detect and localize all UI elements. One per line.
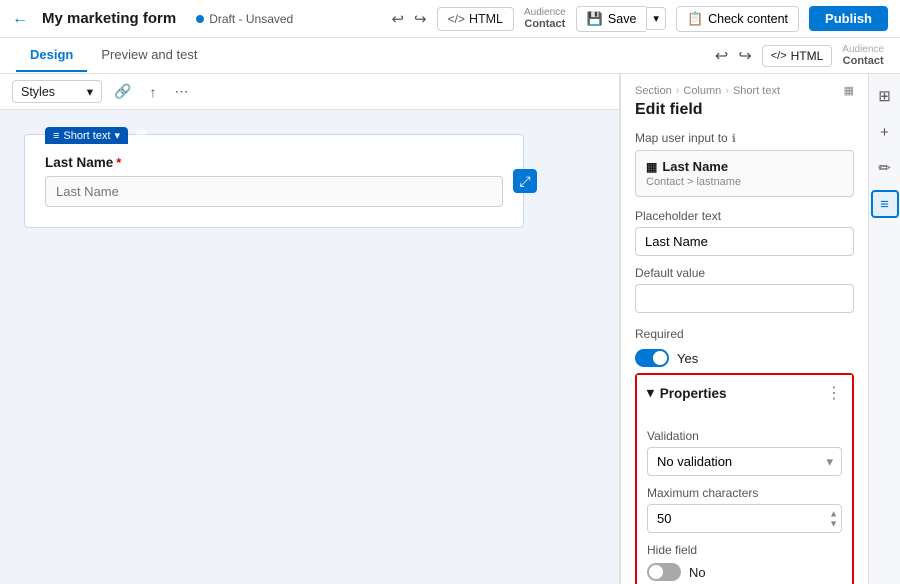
back-button[interactable]: ← [12, 10, 28, 28]
field-type-tag[interactable]: ≡ Short text ▾ [45, 127, 128, 144]
max-chars-input[interactable] [647, 504, 842, 533]
nav-right-controls: ↩ ↪ </> HTML Audience Contact [715, 44, 884, 67]
tab-group: Design Preview and test [16, 39, 211, 72]
hide-field-row: Hide field [647, 543, 842, 557]
link-icon-button[interactable]: 🔗 [108, 80, 137, 103]
placeholder-input[interactable] [635, 227, 854, 256]
info-icon: ℹ [732, 132, 736, 145]
required-star: * [116, 155, 121, 170]
default-value-label: Default value [635, 266, 854, 280]
properties-header[interactable]: ▾ Properties ⋮ [637, 375, 852, 411]
panel-sidebar-icons: ⊞ + ✏ ≡ [868, 74, 900, 584]
validation-select[interactable]: No validation [647, 447, 842, 476]
html-icon: </> [448, 12, 465, 26]
canvas-toolbar: Styles ▾ 🔗 ↑ ⋯ [0, 74, 619, 110]
right-panel: Section › Column › Short text ▦ Edit fie… [620, 74, 900, 584]
map-input-box[interactable]: ▦ Last Name Contact > lastname [635, 150, 854, 197]
status-dot [196, 15, 204, 23]
map-field-name: ▦ Last Name [646, 159, 843, 174]
hide-field-no-label: No [689, 565, 706, 580]
canvas-area: Styles ▾ 🔗 ↑ ⋯ ≡ Short text ▾ 🗑 [0, 74, 620, 584]
validation-select-wrapper: No validation [647, 447, 842, 476]
styles-dropdown[interactable]: Styles ▾ [12, 80, 102, 103]
topbar: ← My marketing form Draft - Unsaved ↩ ↪ … [0, 0, 900, 38]
required-row: Required [635, 327, 854, 341]
sidebar-icon-2[interactable]: + [871, 118, 899, 146]
field-component: ≡ Short text ▾ 🗑 ⤢ Last Name * [45, 155, 503, 207]
status-badge: Draft - Unsaved [196, 12, 293, 26]
html-button[interactable]: </> HTML [437, 7, 514, 31]
field-label: Last Name * [45, 155, 503, 170]
form-card: ≡ Short text ▾ 🗑 ⤢ Last Name * [24, 134, 524, 228]
save-button[interactable]: 💾 Save [576, 6, 647, 32]
audience-nav[interactable]: Audience Contact [842, 44, 884, 67]
hide-field-toggle[interactable] [647, 563, 681, 581]
tab-preview[interactable]: Preview and test [87, 39, 211, 72]
arrow-up-button[interactable]: ↑ [143, 81, 162, 103]
increment-button[interactable]: ▲ [829, 509, 838, 518]
tag-chevron-icon: ▾ [115, 129, 121, 142]
sidebar-icon-1[interactable]: ⊞ [871, 82, 899, 110]
validation-label: Validation [647, 429, 842, 443]
redo-button[interactable]: ↪ [414, 10, 427, 28]
chevron-down-icon: ▾ [647, 385, 654, 401]
audience-block[interactable]: Audience Contact [524, 7, 566, 30]
field-type-icon: ≡ [53, 130, 59, 142]
save-group: 💾 Save ▾ [576, 6, 666, 32]
field-db-icon: ▦ [646, 160, 657, 174]
decrement-button[interactable]: ▼ [829, 519, 838, 528]
required-toggle[interactable] [635, 349, 669, 367]
check-icon: 📋 [687, 11, 703, 27]
grid-icon[interactable]: ▦ [844, 84, 854, 97]
placeholder-label: Placeholder text [635, 209, 854, 223]
default-value-input[interactable] [635, 284, 854, 313]
field-input[interactable] [45, 176, 503, 207]
publish-button[interactable]: Publish [809, 6, 888, 31]
hide-field-label: Hide field [647, 543, 697, 557]
nav-tabs: Design Preview and test ↩ ↪ </> HTML Aud… [0, 38, 900, 74]
max-chars-wrapper: ▲ ▼ [647, 504, 842, 533]
chevron-down-icon: ▾ [87, 84, 93, 99]
toggle-thumb [653, 351, 667, 365]
delete-field-button[interactable]: 🗑 [132, 129, 151, 143]
undo-nav-button[interactable]: ↩ [715, 46, 728, 66]
undo-button[interactable]: ↩ [391, 10, 404, 28]
tab-design[interactable]: Design [16, 39, 87, 72]
html-nav-button[interactable]: </> HTML [762, 45, 833, 67]
properties-more-button[interactable]: ⋮ [826, 383, 842, 403]
field-move-handle[interactable]: ⤢ [513, 169, 537, 193]
max-chars-label: Maximum characters [647, 486, 842, 500]
properties-section: ▾ Properties ⋮ Validation No validation … [635, 373, 854, 584]
map-field-path: Contact > lastname [646, 176, 843, 188]
check-content-button[interactable]: 📋 Check content [676, 6, 799, 32]
panel-content: Section › Column › Short text ▦ Edit fie… [621, 74, 868, 584]
main-layout: Styles ▾ 🔗 ↑ ⋯ ≡ Short text ▾ 🗑 [0, 74, 900, 584]
properties-title: ▾ Properties [647, 385, 727, 401]
breadcrumb: Section › Column › Short text ▦ [635, 84, 854, 97]
redo-nav-button[interactable]: ↪ [738, 46, 751, 66]
required-yes-label: Yes [677, 351, 698, 366]
more-options-button[interactable]: ⋯ [168, 80, 194, 103]
required-label: Required [635, 327, 684, 341]
sidebar-icon-4-active[interactable]: ≡ [871, 190, 899, 218]
hide-toggle-thumb [649, 565, 663, 579]
edit-field-title: Edit field [635, 101, 854, 119]
save-dropdown-button[interactable]: ▾ [646, 7, 666, 30]
canvas-content: ≡ Short text ▾ 🗑 ⤢ Last Name * [0, 110, 619, 584]
properties-body: Validation No validation Maximum charact… [637, 411, 852, 584]
field-tag: ≡ Short text ▾ 🗑 [45, 127, 151, 144]
sidebar-icon-3[interactable]: ✏ [871, 154, 899, 182]
page-title: My marketing form [42, 10, 176, 27]
map-input-label: Map user input to ℹ [635, 131, 854, 145]
number-arrows: ▲ ▼ [829, 509, 838, 528]
save-icon: 💾 [587, 11, 603, 27]
